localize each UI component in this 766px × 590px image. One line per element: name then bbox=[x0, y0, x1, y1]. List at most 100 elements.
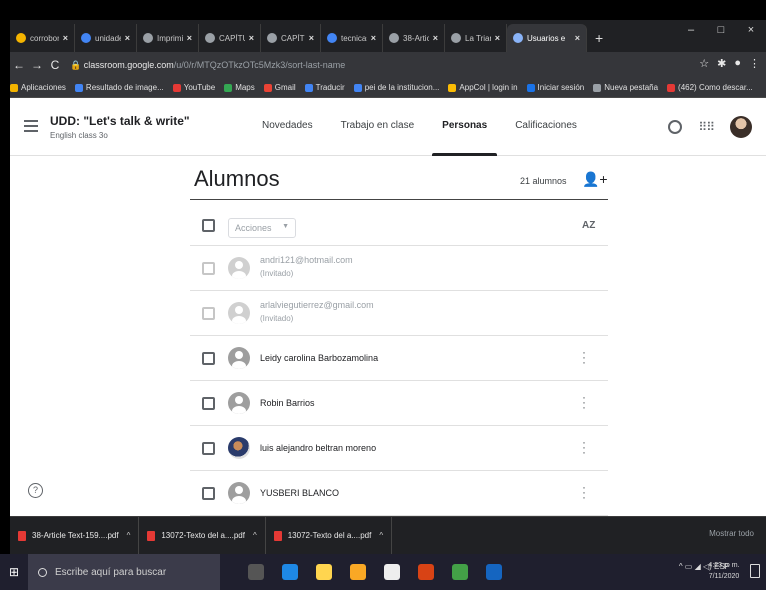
dropdown-arrow-icon: ▼ bbox=[282, 223, 289, 230]
maximize-icon[interactable]: □ bbox=[706, 20, 736, 42]
tab-novedades[interactable]: Novedades bbox=[248, 120, 327, 156]
new-tab-icon[interactable]: + bbox=[587, 24, 611, 52]
tab-calificaciones[interactable]: Calificaciones bbox=[501, 120, 591, 156]
menu-icon[interactable]: ⋮ bbox=[749, 57, 760, 70]
windows-start-icon[interactable]: ⊞ bbox=[0, 565, 28, 579]
student-row[interactable]: Robin Barrios · · · bbox=[190, 382, 608, 426]
student-row[interactable]: Leidy carolina Barbozamolina · · · bbox=[190, 337, 608, 381]
class-title[interactable]: UDD: "Let's talk & write" bbox=[50, 114, 190, 128]
taskbar-search[interactable]: Escribe aquí para buscar bbox=[28, 554, 220, 590]
star-icon[interactable]: ☆ bbox=[699, 57, 709, 70]
help-icon[interactable]: ? bbox=[28, 483, 43, 498]
notifications-icon[interactable] bbox=[750, 564, 760, 578]
more-options-icon[interactable]: · · · bbox=[578, 346, 590, 368]
mail-icon[interactable] bbox=[384, 564, 400, 580]
minimize-icon[interactable]: – bbox=[676, 20, 706, 42]
student-checkbox[interactable] bbox=[202, 307, 215, 320]
edge-icon[interactable] bbox=[282, 564, 298, 580]
browser-tab[interactable]: 38-Article × bbox=[383, 24, 445, 52]
close-tab-icon[interactable]: × bbox=[309, 33, 314, 43]
extension-icon[interactable]: ✱ bbox=[717, 57, 726, 70]
chevron-up-icon[interactable]: ^ bbox=[253, 531, 257, 540]
close-tab-icon[interactable]: × bbox=[63, 33, 68, 43]
word-icon[interactable] bbox=[486, 564, 502, 580]
student-checkbox[interactable] bbox=[202, 442, 215, 455]
account-avatar[interactable] bbox=[730, 116, 752, 138]
bookmark-item[interactable]: Gmail bbox=[263, 83, 296, 92]
invite-student-icon[interactable]: 👤+ bbox=[582, 171, 608, 188]
student-name[interactable]: YUSBERI BLANCO bbox=[260, 488, 339, 498]
browser-tab[interactable]: CAPÍTULO × bbox=[261, 24, 321, 52]
file-explorer-icon[interactable] bbox=[350, 564, 366, 580]
student-name[interactable]: Robin Barrios bbox=[260, 398, 315, 408]
actions-dropdown[interactable]: Acciones ▼ bbox=[228, 218, 296, 238]
tab-trabajo-en-clase[interactable]: Trabajo en clase bbox=[327, 120, 429, 156]
tab-personas[interactable]: Personas bbox=[428, 120, 501, 156]
close-window-icon[interactable]: × bbox=[736, 20, 766, 42]
close-tab-icon[interactable]: × bbox=[371, 33, 376, 43]
close-tab-icon[interactable]: × bbox=[187, 33, 192, 43]
taskbar-clock[interactable]: 4:23 p. m. 7/11/2020 bbox=[704, 560, 744, 582]
download-item[interactable]: 38-Article Text-159....pdf ^ bbox=[10, 516, 140, 555]
student-name[interactable]: arlalviegutierrez@gmail.com bbox=[260, 300, 374, 310]
close-tab-icon[interactable]: × bbox=[495, 33, 500, 43]
select-all-checkbox[interactable] bbox=[202, 219, 215, 232]
store-icon[interactable] bbox=[316, 564, 332, 580]
close-tab-icon[interactable]: × bbox=[433, 33, 438, 43]
bookmark-item[interactable]: YouTube bbox=[172, 83, 215, 92]
bookmark-icon bbox=[353, 83, 362, 92]
download-item[interactable]: 13072-Texto del a....pdf ^ bbox=[266, 516, 393, 555]
browser-tab[interactable]: corroborar × bbox=[10, 24, 75, 52]
settings-icon[interactable] bbox=[668, 120, 683, 134]
student-row[interactable]: arlalviegutierrez@gmail.com (Invitado) bbox=[190, 292, 608, 336]
student-row[interactable]: andri121@hotmail.com (Invitado) bbox=[190, 247, 608, 291]
forward-icon[interactable]: → bbox=[28, 58, 46, 72]
close-tab-icon[interactable]: × bbox=[575, 33, 580, 43]
more-options-icon[interactable]: · · · bbox=[578, 481, 590, 503]
downloads-bar: 38-Article Text-159....pdf ^ 13072-Texto d… bbox=[10, 516, 766, 555]
browser-tab[interactable]: Usuarios e × bbox=[507, 24, 587, 52]
student-checkbox[interactable] bbox=[202, 262, 215, 275]
close-tab-icon[interactable]: × bbox=[125, 33, 130, 43]
close-tab-icon[interactable]: × bbox=[249, 33, 254, 43]
bookmark-item[interactable]: Traducir bbox=[304, 83, 345, 92]
student-name[interactable]: Leidy carolina Barbozamolina bbox=[260, 353, 378, 363]
task-view-icon[interactable] bbox=[248, 564, 264, 580]
chevron-up-icon[interactable]: ^ bbox=[379, 531, 383, 540]
more-options-icon[interactable]: · · · bbox=[578, 391, 590, 413]
reload-icon[interactable]: C bbox=[46, 58, 64, 72]
url-field[interactable]: 🔒 classroom.google.com/u/0/r/MTQzOTkzOTc… bbox=[70, 60, 345, 71]
browser-tab[interactable]: unidades d × bbox=[75, 24, 137, 52]
browser-tab[interactable]: La Triangu × bbox=[445, 24, 507, 52]
chevron-up-icon[interactable]: ^ bbox=[127, 531, 131, 540]
profile-icon[interactable]: ● bbox=[734, 57, 741, 70]
student-row[interactable]: luis alejandro beltran moreno · · · bbox=[190, 427, 608, 471]
sort-az-icon[interactable]: AZ bbox=[582, 220, 595, 231]
show-all-downloads-link[interactable]: Mostrar todo bbox=[709, 529, 754, 538]
student-checkbox[interactable] bbox=[202, 487, 215, 500]
browser-tab[interactable]: tecnicas e × bbox=[321, 24, 383, 52]
student-checkbox[interactable] bbox=[202, 352, 215, 365]
bookmark-item[interactable]: Aplicaciones bbox=[10, 83, 66, 92]
powerpoint-icon[interactable] bbox=[418, 564, 434, 580]
chrome-icon[interactable] bbox=[452, 564, 468, 580]
back-icon[interactable]: ← bbox=[10, 58, 28, 72]
bookmark-item[interactable]: Nueva pestaña bbox=[593, 83, 658, 92]
bookmark-item[interactable]: Resultado de image... bbox=[74, 83, 164, 92]
student-name[interactable]: luis alejandro beltran moreno bbox=[260, 443, 376, 453]
bookmark-item[interactable]: AppCol | login in bbox=[448, 83, 518, 92]
student-name[interactable]: andri121@hotmail.com bbox=[260, 255, 353, 265]
apps-grid-icon[interactable]: ⠿⠿ bbox=[698, 120, 715, 134]
browser-tab[interactable]: CAPÍTULO × bbox=[199, 24, 261, 52]
bookmark-item[interactable]: pei de la institucion... bbox=[353, 83, 439, 92]
more-options-icon[interactable]: · · · bbox=[578, 436, 590, 458]
bookmark-item[interactable]: Maps bbox=[224, 83, 255, 92]
student-row[interactable]: YUSBERI BLANCO · · · bbox=[190, 472, 608, 516]
main-menu-icon[interactable] bbox=[24, 120, 38, 135]
tab-favicon-icon bbox=[389, 33, 399, 43]
download-item[interactable]: 13072-Texto del a....pdf ^ bbox=[139, 516, 266, 555]
bookmark-item[interactable]: Iniciar sesión bbox=[526, 83, 584, 92]
browser-tab[interactable]: Imprimir × bbox=[137, 24, 199, 52]
student-checkbox[interactable] bbox=[202, 397, 215, 410]
bookmark-item[interactable]: (462) Como descar... bbox=[667, 83, 753, 92]
